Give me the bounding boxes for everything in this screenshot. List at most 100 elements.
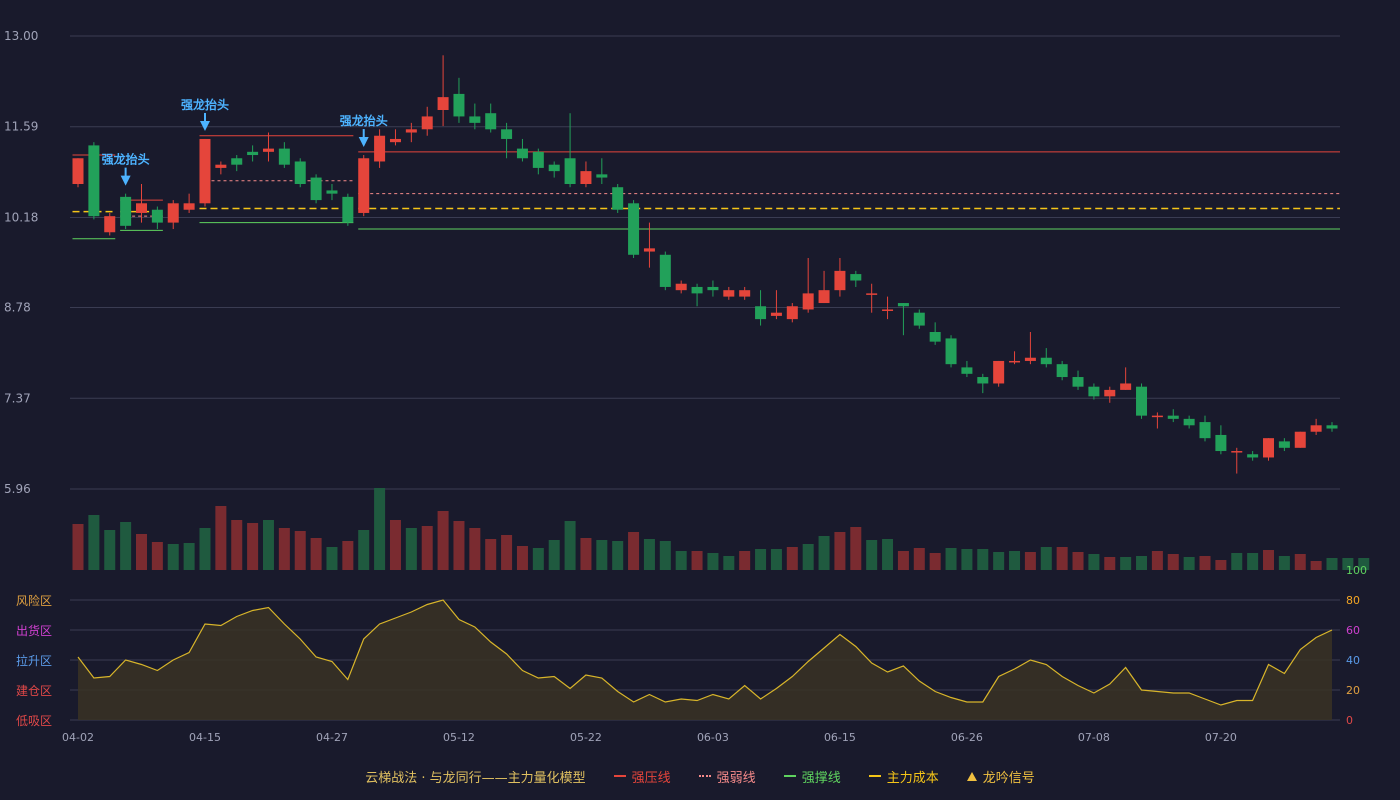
level-lines [72, 135, 1340, 240]
volume-bar [1263, 550, 1275, 570]
price-tick-label: 7.37 [4, 391, 31, 405]
candle-body [342, 196, 354, 223]
volume-bar [802, 544, 814, 570]
candle-body [151, 209, 163, 223]
candle-body [739, 290, 751, 297]
volume-bar [897, 551, 909, 570]
candle-body [929, 331, 941, 342]
candle-body [1040, 357, 1052, 365]
date-tick-label: 06-15 [824, 731, 856, 744]
volume-bar [405, 528, 417, 570]
volume-bar [374, 488, 386, 570]
volume-bar [1072, 552, 1084, 570]
legend-resist[interactable]: 强压线 [613, 767, 671, 786]
legend-resist-label: 强压线 [631, 770, 671, 786]
volume-bar [1104, 557, 1116, 570]
support-line-swatch [783, 775, 796, 777]
candle-body [453, 93, 465, 117]
candle-body [1151, 415, 1163, 418]
volume-bar [564, 521, 576, 570]
volume-bar [755, 549, 767, 570]
candle-body [389, 138, 401, 143]
date-tick-label: 07-08 [1078, 731, 1110, 744]
candle-body [913, 312, 925, 326]
candle-body [993, 360, 1005, 384]
signal-markers: 强龙抬头强龙抬头强龙抬头 [102, 97, 388, 186]
candle-body [310, 177, 322, 201]
volume-bar [532, 548, 544, 570]
volume-bar [278, 528, 290, 570]
volume-bar [1040, 547, 1052, 570]
legend-support-label: 强撑线 [801, 770, 841, 786]
stock-chart: 强龙抬头强龙抬头强龙抬头 风险区出货区拉升区建仓区低吸区100806040200… [4, 29, 1370, 744]
date-tick-label: 06-26 [951, 731, 983, 744]
volume-bar [628, 532, 640, 570]
candle-body [628, 203, 640, 255]
volume-bars [72, 488, 1370, 570]
price-tick-label: 5.96 [4, 482, 31, 496]
volume-bar [1326, 558, 1338, 570]
candle-body [866, 293, 878, 295]
price-tick-label: 8.78 [4, 301, 31, 315]
candle-body [247, 151, 259, 156]
volume-bar [1247, 553, 1259, 570]
candle-body [405, 129, 417, 133]
volume-bar [913, 548, 925, 570]
legend-weak-label: 强弱线 [716, 770, 756, 786]
candle-body [1263, 438, 1275, 458]
candle-body [612, 187, 624, 210]
weak-line-swatch [698, 775, 711, 777]
cost-line-swatch [868, 775, 881, 777]
candle-body [882, 309, 894, 311]
volume-bar [1056, 547, 1068, 570]
volume-bar [469, 528, 481, 570]
volume-bar [1199, 556, 1211, 570]
candle-body [374, 135, 386, 162]
candle-body [564, 158, 576, 184]
candle-body [199, 138, 211, 204]
candle-body [1215, 434, 1227, 452]
candle-body [1088, 386, 1100, 397]
volume-bar [866, 540, 878, 570]
candle-body [548, 164, 560, 172]
volume-bar [310, 538, 322, 570]
candle-body [802, 293, 814, 310]
signal-triangle-icon [966, 771, 977, 781]
candle-body [897, 303, 909, 307]
candle-body [278, 148, 290, 165]
candle-body [1136, 386, 1148, 416]
candle-body [183, 203, 195, 210]
resist-line-swatch [613, 775, 626, 777]
price-tick-label: 13.00 [4, 29, 38, 43]
volume-bar [421, 526, 433, 570]
candle-body [723, 290, 735, 297]
candle-body [485, 113, 497, 130]
candle-body [1072, 377, 1084, 387]
volume-bar [167, 544, 179, 570]
volume-bar [1310, 561, 1322, 570]
signal-label: 强龙抬头 [102, 152, 150, 167]
volume-bar [1136, 556, 1148, 570]
candle-body [1310, 425, 1322, 432]
volume-bar [786, 547, 798, 570]
volume-bar [723, 556, 735, 570]
candle-body [437, 97, 449, 110]
legend-signal-label: 龙吟信号 [982, 770, 1035, 786]
legend-support[interactable]: 强撑线 [783, 767, 841, 786]
legend-signal[interactable]: 龙吟信号 [966, 767, 1035, 786]
candle-body [1183, 418, 1195, 426]
candle-body [675, 283, 687, 291]
volume-bar [199, 528, 211, 570]
candle-body [358, 158, 370, 213]
candle-body [104, 216, 116, 233]
volume-bar [453, 521, 465, 570]
volume-bar [1215, 560, 1227, 570]
volume-bar [72, 524, 84, 570]
date-tick-label: 04-15 [189, 731, 221, 744]
oscillator-panel: 风险区出货区拉升区建仓区低吸区 100 80 60 40 20 0 [16, 564, 1367, 728]
candle-body [1024, 357, 1036, 361]
volume-bar [612, 541, 624, 570]
legend-cost[interactable]: 主力成本 [868, 767, 939, 786]
price-grid [70, 35, 1340, 490]
legend-weak[interactable]: 强弱线 [698, 767, 756, 786]
